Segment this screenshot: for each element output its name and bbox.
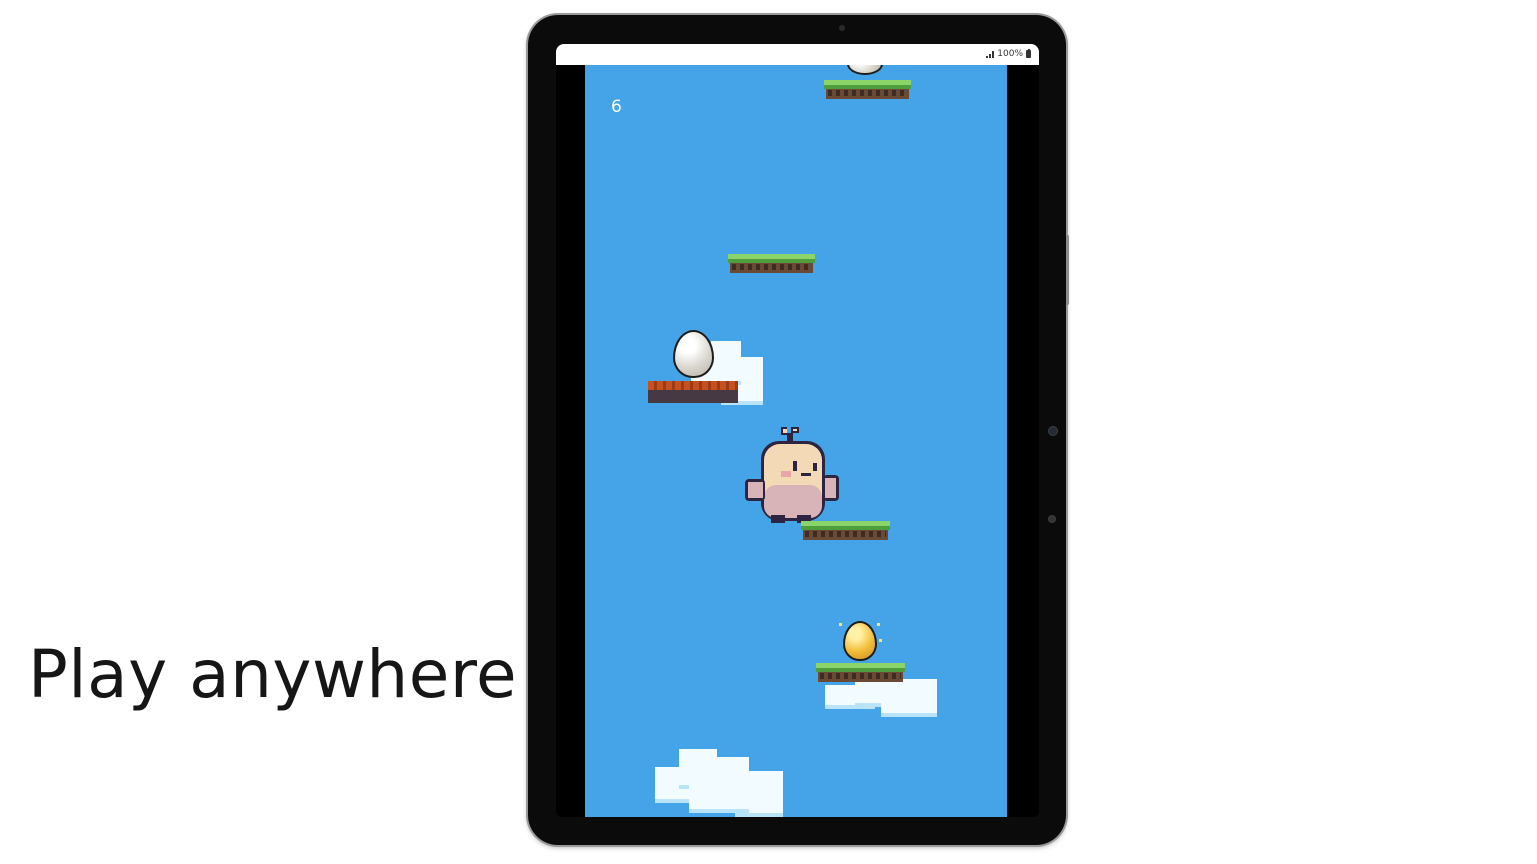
egg-icon[interactable] — [847, 65, 883, 75]
grass-platform — [801, 521, 890, 540]
rear-camera-icon — [1048, 426, 1058, 436]
sparkle-icon — [879, 639, 882, 642]
front-camera-icon — [839, 25, 845, 31]
cloud — [649, 741, 789, 817]
tagline: Play anywhere — [28, 636, 518, 713]
grass-platform — [824, 80, 911, 99]
golden-egg-icon[interactable] — [843, 621, 877, 661]
brick-platform — [648, 381, 738, 403]
sensor-dot-icon — [1048, 515, 1056, 523]
egg-icon[interactable] — [673, 330, 714, 378]
grass-platform — [728, 254, 815, 273]
battery-percent: 100% — [997, 49, 1023, 59]
sparkle-icon — [839, 623, 842, 626]
game-canvas[interactable]: 6 — [585, 65, 1007, 817]
battery-icon — [1026, 49, 1031, 58]
sparkle-icon — [877, 623, 880, 626]
chick-character-icon — [743, 425, 843, 525]
score-counter: 6 — [611, 97, 622, 117]
volume-button — [1066, 235, 1069, 305]
signal-icon — [986, 50, 994, 58]
status-bar: 100% — [556, 44, 1039, 65]
grass-platform — [816, 663, 905, 682]
